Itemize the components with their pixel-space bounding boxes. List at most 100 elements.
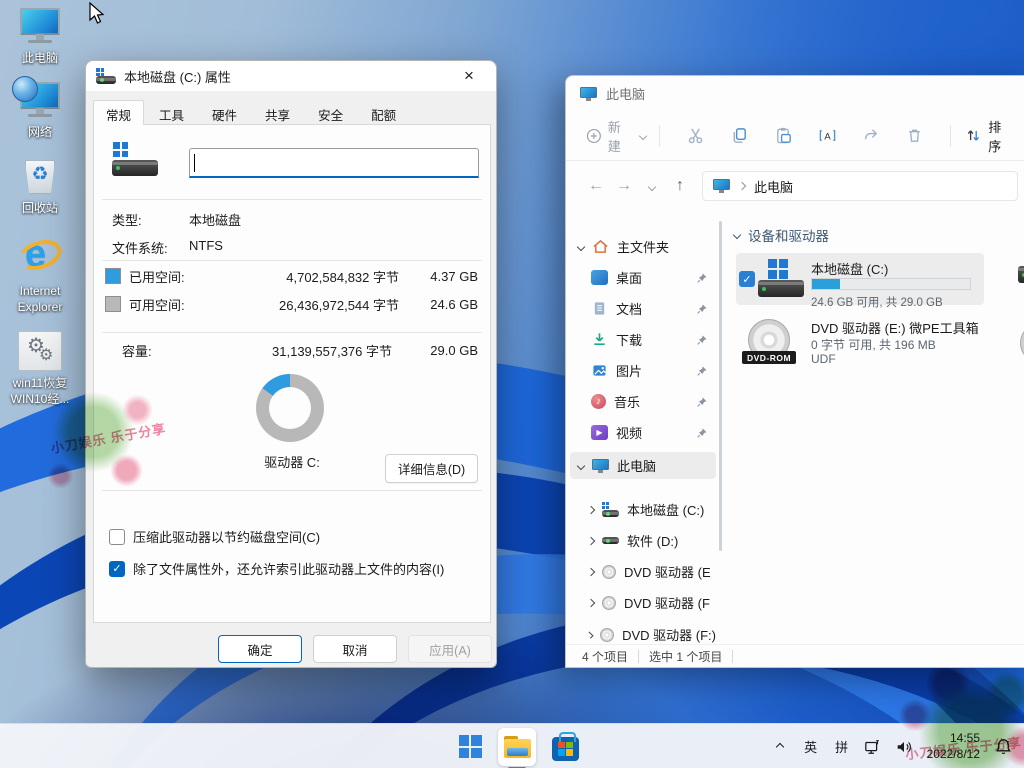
drive-c-icon	[112, 142, 158, 178]
drive-c-tile[interactable]: ✓ 本地磁盘 (C:) 24.6 GB 可用, 共 29.0 GB	[736, 253, 984, 305]
selected-count: 选中 1 个项目	[649, 648, 722, 665]
ime-en-label: 英	[804, 737, 817, 756]
chevron-right-icon	[587, 598, 595, 606]
sidebar-item-label: DVD 驱动器 (E	[624, 562, 711, 581]
hidden-icons-button[interactable]	[768, 729, 792, 765]
apply-button[interactable]: 应用(A)	[408, 635, 492, 663]
close-icon: ×	[464, 66, 474, 86]
tree-scrollbar[interactable]	[719, 221, 722, 551]
dvd-filesystem: UDF	[811, 352, 836, 366]
rename-button[interactable]: A	[810, 121, 844, 151]
back-button[interactable]: ←	[582, 177, 610, 195]
tab-security[interactable]: 安全	[305, 100, 356, 125]
sidebar-item-pictures[interactable]: 图片	[570, 357, 716, 384]
close-button[interactable]: ×	[452, 64, 486, 88]
breadcrumb[interactable]: 此电脑	[754, 177, 793, 196]
selection-checkbox[interactable]: ✓	[739, 271, 755, 287]
dvd-e-item[interactable]: DVD-ROM DVD 驱动器 (E:) 微PE工具箱 0 字节 可用, 共 1…	[736, 315, 996, 373]
ok-button[interactable]: 确定	[218, 635, 302, 663]
desktop-icon-recycle-bin[interactable]: ♻ 回收站	[4, 156, 76, 216]
address-bar[interactable]: 此电脑	[702, 171, 1018, 201]
dialog-titlebar[interactable]: 本地磁盘 (C:) 属性 ×	[86, 61, 496, 91]
tab-tools[interactable]: 工具	[146, 100, 197, 125]
sidebar-item-music[interactable]: ♪ 音乐	[570, 388, 716, 415]
dvd-free-space: 0 字节 可用, 共 196 MB	[811, 336, 936, 353]
plus-circle-icon	[586, 128, 602, 144]
taskbar-microsoft-store[interactable]	[546, 728, 584, 766]
row-size: 29.0 GB	[406, 343, 478, 358]
share-button[interactable]	[854, 121, 888, 151]
ime-mode-button[interactable]: 拼	[830, 729, 854, 765]
details-button[interactable]: 详细信息(D)	[385, 454, 478, 483]
dialog-checkbox-compress[interactable]	[109, 529, 125, 545]
desktop-icon-this-pc[interactable]: 此电脑	[4, 8, 76, 66]
forward-button[interactable]: →	[610, 177, 638, 195]
tab-hardware[interactable]: 硬件	[199, 100, 250, 125]
drive-c-icon	[602, 502, 619, 517]
pin-icon	[696, 303, 708, 315]
chevron-right-icon	[586, 631, 593, 638]
new-button[interactable]: 新建	[586, 117, 645, 155]
paste-button[interactable]	[767, 121, 801, 151]
desktop-icon-column: 此电脑 网络 ♻ 回收站 e Internet Explorer ⚙⚙ win1…	[4, 8, 76, 423]
desktop: 此电脑 网络 ♻ 回收站 e Internet Explorer ⚙⚙ win1…	[0, 0, 1024, 768]
used-space-row: 已用空间: 4,702,584,832 字节 4.37 GB	[105, 268, 478, 284]
network-icon	[864, 738, 882, 756]
copy-button[interactable]	[723, 121, 757, 151]
up-button[interactable]: ↑	[666, 177, 694, 195]
desktop-icon-network[interactable]: 网络	[4, 82, 76, 140]
chevron-right-icon	[587, 536, 595, 544]
sidebar-item-label: 主文件夹	[617, 237, 669, 256]
dvd-drive-icon	[602, 565, 616, 579]
sidebar-item-drive-d[interactable]: 软件 (D:)	[570, 527, 716, 554]
sidebar-item-dvd-f[interactable]: DVD 驱动器 (F	[570, 589, 716, 616]
cancel-button[interactable]: 取消	[313, 635, 397, 663]
capacity-row: 容量: 31,139,557,376 字节 29.0 GB	[105, 342, 478, 358]
tab-sharing[interactable]: 共享	[252, 100, 303, 125]
sidebar-item-dvd-2[interactable]: DVD 驱动器 (F:)	[570, 621, 716, 644]
pin-icon	[696, 427, 708, 439]
chevron-right-icon	[587, 505, 595, 513]
volume-label-input[interactable]	[189, 148, 479, 178]
ime-language-button[interactable]: 英	[799, 729, 823, 765]
sidebar-item-this-pc[interactable]: 此电脑	[570, 452, 716, 479]
explorer-titlebar[interactable]: 此电脑	[566, 76, 1024, 111]
start-button[interactable]	[452, 729, 488, 765]
clock[interactable]: 14:55 2022/8/12	[923, 731, 984, 762]
drive-d-icon-partial[interactable]	[1018, 266, 1024, 283]
files-pane: 设备和驱动器 ✓ 本地磁盘 (C:) 24.6 GB 可用, 共 29.0 GB	[724, 211, 1024, 644]
sidebar-item-label: 音乐	[614, 392, 640, 411]
sidebar-item-home[interactable]: 主文件夹	[570, 233, 716, 260]
desktop-icon-win11-restore[interactable]: ⚙⚙ win11恢复 WIN10经...	[4, 331, 76, 407]
ime-pinyin-label: 拼	[835, 737, 848, 756]
desktop-icon-internet-explorer[interactable]: e Internet Explorer	[4, 233, 76, 315]
tab-general[interactable]: 常规	[93, 100, 144, 125]
sidebar-item-drive-c[interactable]: 本地磁盘 (C:)	[570, 496, 716, 523]
sidebar-item-documents[interactable]: 文档	[570, 295, 716, 322]
cut-button[interactable]	[679, 121, 713, 151]
cancel-button-label: 取消	[342, 640, 367, 659]
section-devices-and-drives[interactable]: 设备和驱动器	[734, 225, 829, 245]
sidebar-item-videos[interactable]: ▶ 视频	[570, 419, 716, 446]
taskbar-file-explorer[interactable]	[498, 728, 536, 766]
tab-quota[interactable]: 配额	[358, 100, 409, 125]
history-dropdown[interactable]	[638, 177, 666, 195]
drive-usage-fill	[812, 279, 840, 289]
explorer-body: 主文件夹 桌面 文档	[566, 211, 1024, 644]
network-tray-button[interactable]	[861, 729, 885, 765]
taskbar-center	[452, 724, 584, 768]
notifications-button[interactable]: z	[991, 729, 1016, 765]
dvd-f-icon-partial[interactable]	[1020, 323, 1024, 363]
sidebar-item-downloads[interactable]: 下载	[570, 326, 716, 353]
sidebar-item-dvd-e[interactable]: DVD 驱动器 (E	[570, 558, 716, 585]
pin-icon	[696, 334, 708, 346]
dialog-button-row: 确定 取消 应用(A)	[86, 621, 496, 667]
sidebar-item-desktop[interactable]: 桌面	[570, 264, 716, 291]
delete-button[interactable]	[898, 121, 932, 151]
sort-button[interactable]: 排序	[965, 117, 1014, 155]
desktop-icon-label: Internet Explorer	[18, 283, 63, 315]
ok-button-label: 确定	[247, 640, 272, 659]
volume-tray-button[interactable]	[892, 729, 916, 765]
dialog-checkbox-index[interactable]: ✓	[109, 561, 125, 577]
videos-icon: ▶	[591, 425, 608, 440]
